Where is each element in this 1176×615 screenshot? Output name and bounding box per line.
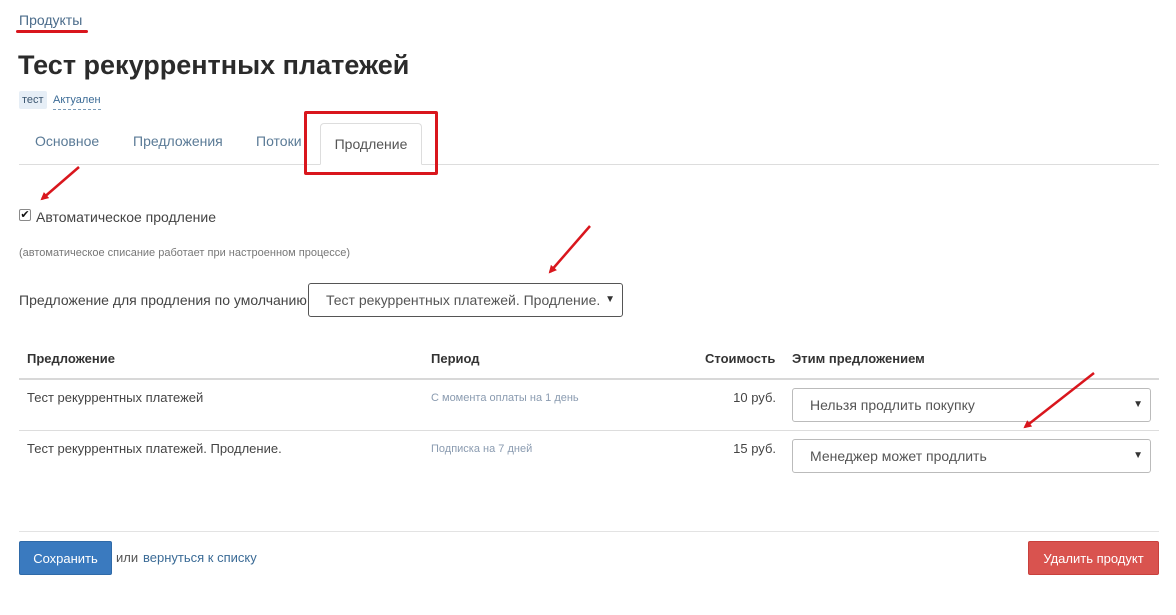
red-arrow-icon xyxy=(40,166,80,201)
red-arrow-icon xyxy=(1023,372,1095,429)
red-arrow-icon xyxy=(548,225,591,274)
annotation-arrows xyxy=(40,166,1095,429)
